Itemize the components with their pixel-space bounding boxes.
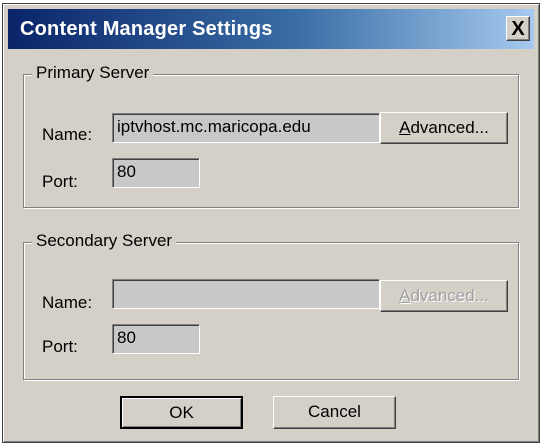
ok-label: OK bbox=[169, 403, 194, 422]
primary-advanced-label: dvanced... bbox=[410, 118, 489, 137]
title-bar[interactable]: Content Manager Settings X bbox=[8, 9, 534, 49]
secondary-advanced-mnemonic: A bbox=[399, 286, 411, 305]
secondary-advanced-button[interactable]: Advanced... bbox=[380, 280, 508, 312]
content-manager-settings-dialog: Content Manager Settings X Primary Serve… bbox=[2, 3, 540, 443]
primary-advanced-button[interactable]: Advanced... bbox=[380, 112, 508, 144]
secondary-server-group: Secondary Server Name: Advanced... Port:… bbox=[23, 231, 519, 380]
primary-server-legend: Primary Server bbox=[32, 63, 154, 83]
primary-port-value: 80 bbox=[117, 162, 136, 181]
primary-name-value: iptvhost.mc.maricopa.edu bbox=[117, 117, 311, 136]
secondary-server-legend: Secondary Server bbox=[32, 231, 177, 251]
primary-name-field[interactable]: iptvhost.mc.maricopa.edu bbox=[112, 113, 380, 143]
close-icon: X bbox=[511, 18, 525, 40]
cancel-label: Cancel bbox=[308, 402, 361, 421]
window-title: Content Manager Settings bbox=[20, 18, 273, 40]
secondary-name-field[interactable] bbox=[112, 279, 380, 309]
primary-advanced-mnemonic: A bbox=[399, 118, 411, 137]
secondary-port-value: 80 bbox=[117, 328, 136, 347]
primary-server-group: Primary Server Name: iptvhost.mc.maricop… bbox=[23, 63, 519, 208]
secondary-port-label: Port: bbox=[42, 337, 78, 356]
secondary-name-label: Name: bbox=[42, 293, 93, 312]
primary-name-label: Name: bbox=[42, 125, 93, 144]
secondary-advanced-label: dvanced... bbox=[410, 286, 489, 305]
secondary-port-field[interactable]: 80 bbox=[112, 324, 200, 354]
primary-port-field[interactable]: 80 bbox=[112, 158, 200, 188]
ok-button[interactable]: OK bbox=[120, 396, 243, 429]
close-button[interactable]: X bbox=[506, 16, 530, 41]
cancel-button[interactable]: Cancel bbox=[273, 396, 396, 429]
primary-port-label: Port: bbox=[42, 172, 78, 191]
